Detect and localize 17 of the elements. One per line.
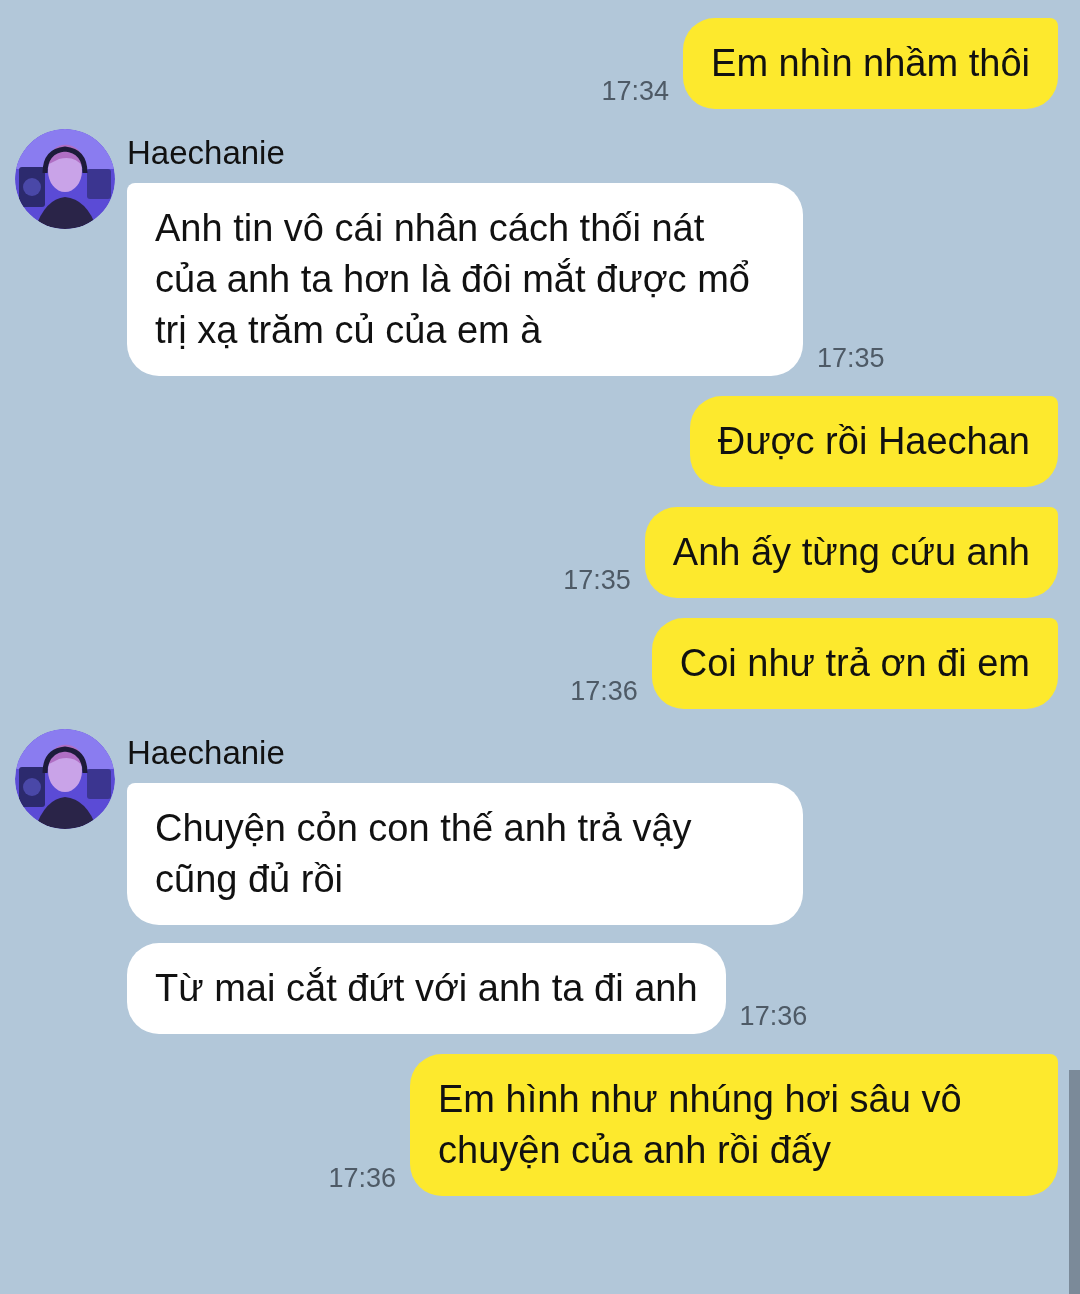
message-time: 17:36: [739, 1001, 808, 1033]
message-time: 17:34: [601, 76, 670, 108]
message-time: 17:36: [570, 676, 638, 708]
sender-name: Haechanie: [127, 133, 285, 173]
sent-message-bubble: Được rồi Haechan: [689, 396, 1058, 487]
sent-message-bubble: Coi như trả ơn đi em: [651, 618, 1058, 709]
sender-name: Haechanie: [127, 733, 285, 773]
message-time: 17:35: [563, 565, 631, 597]
received-message-bubble: Từ mai cắt đứt với anh ta đi anh: [127, 943, 726, 1034]
received-message-bubble: Anh tin vô cái nhân cách thối nát của anh ta hơn là đôi mắt được mổ trị xạ trăm củ của em à: [127, 183, 803, 376]
sent-message-bubble: Em hình như nhúng hơi sâu vô chuyện của anh rồi đấy: [410, 1054, 1058, 1196]
sent-message-bubble: Em nhìn nhầm thôi: [683, 18, 1058, 109]
sent-message-bubble: Anh ấy từng cứu anh: [644, 507, 1058, 598]
message-time: 17:35: [817, 343, 885, 375]
received-message-bubble: Chuyện cỏn con thế anh trả vậy cũng đủ rồi: [127, 783, 803, 925]
message-time: 17:36: [328, 1163, 396, 1195]
scrollbar[interactable]: [1069, 1070, 1080, 1294]
